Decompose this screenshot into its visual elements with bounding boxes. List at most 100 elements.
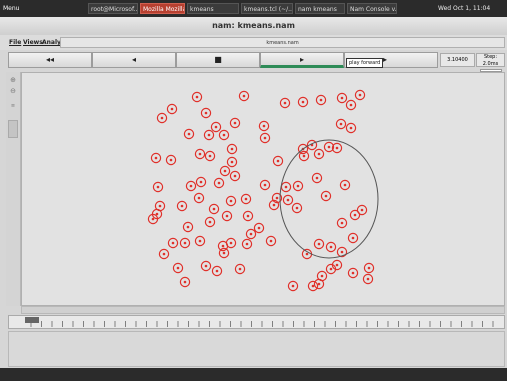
node-center-dot	[204, 264, 208, 268]
tab-kmeans-nam[interactable]: kmeans.nam	[60, 37, 505, 48]
node-center-dot	[214, 125, 218, 129]
taskbar-nam[interactable]: nam kmeans	[295, 3, 345, 14]
taskbar-kmeans-tcl[interactable]: kmeans.tcl (~/...	[241, 3, 293, 14]
node-center-dot	[340, 221, 344, 225]
node-center-dot	[302, 154, 306, 158]
taskbar-browser[interactable]: Mozilla Mozilla	[140, 3, 185, 14]
rewind-button[interactable]: ◂◂	[8, 52, 92, 68]
node-center-dot	[183, 241, 187, 245]
node-center-dot	[229, 241, 233, 245]
node-center-dot	[349, 103, 353, 107]
node-center-dot	[358, 93, 362, 97]
node-center-dot	[186, 225, 190, 229]
annotation-panel	[8, 331, 505, 367]
menu-views[interactable]: Views	[23, 35, 43, 50]
node-center-dot	[263, 183, 267, 187]
node-center-dot	[249, 232, 253, 236]
node-center-dot	[311, 284, 315, 288]
node-center-dot	[335, 263, 339, 267]
node-center-dot	[151, 217, 155, 221]
zoom-out-icon[interactable]: ⊖	[8, 87, 18, 95]
node-center-dot	[343, 183, 347, 187]
node-center-dot	[320, 274, 324, 278]
scroll-grip-icon[interactable]: ≡	[8, 102, 18, 110]
node-center-dot	[183, 280, 187, 284]
node-center-dot	[317, 282, 321, 286]
node-center-dot	[223, 169, 227, 173]
node-center-dot	[197, 196, 201, 200]
time-display: 3.10400	[440, 53, 475, 67]
node-center-dot	[246, 214, 250, 218]
node-center-dot	[269, 239, 273, 243]
window-title: nam: kmeans.nam	[0, 17, 507, 36]
node-center-dot	[257, 226, 261, 230]
vertical-scrollbar[interactable]	[8, 120, 18, 138]
node-center-dot	[262, 124, 266, 128]
node-center-dot	[245, 242, 249, 246]
node-center-dot	[162, 252, 166, 256]
step-back-button[interactable]: ◂	[92, 52, 176, 68]
node-center-dot	[329, 245, 333, 249]
node-center-dot	[291, 284, 295, 288]
node-center-dot	[198, 239, 202, 243]
node-center-dot	[324, 194, 328, 198]
node-center-dot	[160, 116, 164, 120]
node-center-dot	[329, 267, 333, 271]
menu-button[interactable]: Menu	[3, 3, 19, 14]
node-center-dot	[225, 214, 229, 218]
node-center-dot	[195, 95, 199, 99]
node-center-dot	[229, 199, 233, 203]
node-center-dot	[295, 206, 299, 210]
taskbar-kmeans[interactable]: kmeans	[187, 3, 239, 14]
zoom-sidebar: ⊕ ⊖ ≡	[6, 72, 21, 306]
node-center-dot	[207, 133, 211, 137]
node-center-dot	[275, 196, 279, 200]
menu-bar: File Views Analysis kmeans.nam	[0, 35, 507, 50]
taskbar-nam-console[interactable]: Nam Console v...	[347, 3, 397, 14]
node-center-dot	[242, 94, 246, 98]
node-center-dot	[154, 156, 158, 160]
node-center-dot	[286, 198, 290, 202]
node-center-dot	[340, 96, 344, 100]
node-center-dot	[360, 208, 364, 212]
stop-button[interactable]: ■	[176, 52, 260, 68]
node-center-dot	[221, 244, 225, 248]
node-center-dot	[204, 111, 208, 115]
play-forward-button[interactable]: ▸	[260, 52, 344, 68]
node-center-dot	[198, 152, 202, 156]
node-center-dot	[283, 101, 287, 105]
node-center-dot	[272, 203, 276, 207]
node-center-dot	[199, 180, 203, 184]
node-center-dot	[217, 181, 221, 185]
node-center-dot	[215, 269, 219, 273]
node-center-dot	[230, 160, 234, 164]
node-center-dot	[319, 98, 323, 102]
node-layer	[147, 89, 379, 292]
taskbar-terminal[interactable]: root@Microsof...	[88, 3, 138, 14]
timeline-slider[interactable]	[8, 315, 505, 329]
tooltip-play-forward: play forward	[346, 58, 384, 68]
node-center-dot	[351, 236, 355, 240]
horizontal-scrollbar[interactable]	[21, 306, 505, 314]
node-center-dot	[340, 250, 344, 254]
node-center-dot	[189, 184, 193, 188]
node-center-dot	[180, 204, 184, 208]
node-center-dot	[327, 145, 331, 149]
timeline-ticks	[30, 321, 494, 327]
node-center-dot	[187, 132, 191, 136]
node-center-dot	[284, 185, 288, 189]
node-center-dot	[176, 266, 180, 270]
node-center-dot	[222, 133, 226, 137]
system-taskbar: Menu root@Microsof... Mozilla Mozilla km…	[0, 0, 507, 17]
animation-canvas[interactable]	[21, 72, 505, 306]
node-center-dot	[351, 271, 355, 275]
clock: Wed Oct 1, 11:04	[438, 5, 491, 12]
node-center-dot	[233, 121, 237, 125]
zoom-in-icon[interactable]: ⊕	[8, 76, 18, 84]
node-center-dot	[230, 147, 234, 151]
node-center-dot	[335, 146, 339, 150]
menu-file[interactable]: File	[9, 35, 21, 50]
node-center-dot	[208, 154, 212, 158]
playback-controls: ◂◂ ◂ ■ ▸ ▸▸	[8, 52, 505, 69]
step-slider[interactable]: Step: 2.0ms	[476, 53, 505, 72]
